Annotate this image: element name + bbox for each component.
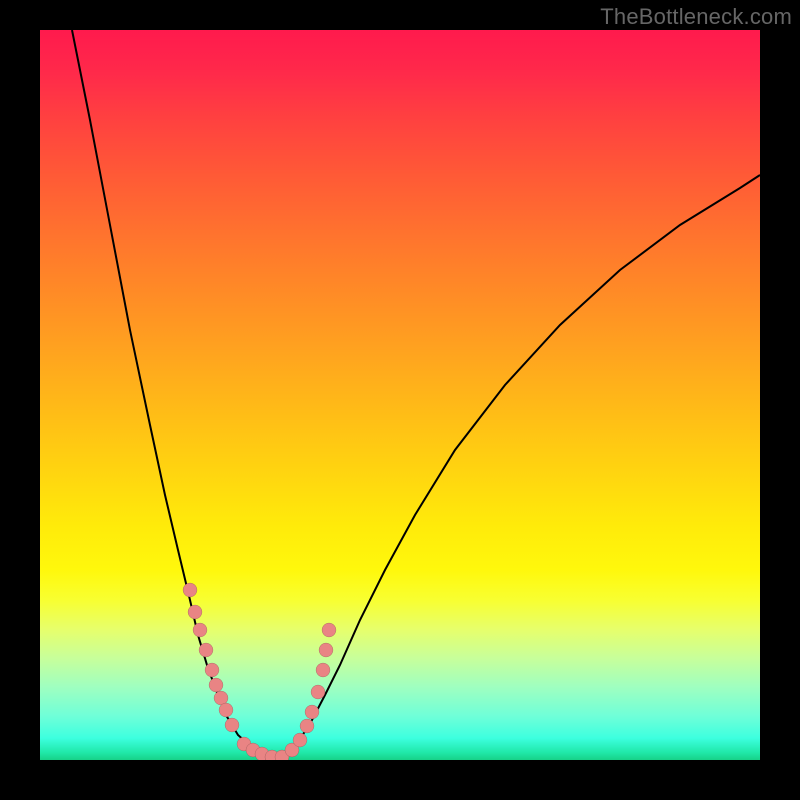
plot-area [40,30,760,760]
data-point [193,623,207,637]
data-point [293,733,307,747]
chart-svg [40,30,760,760]
chart-frame: TheBottleneck.com [0,0,800,800]
data-point [300,719,314,733]
data-point [322,623,336,637]
watermark-text: TheBottleneck.com [600,4,792,30]
curve-left [72,30,275,759]
curve-right [275,175,760,759]
data-point [199,643,213,657]
data-point [316,663,330,677]
data-point [219,703,233,717]
data-point [183,583,197,597]
data-point [205,663,219,677]
data-point [319,643,333,657]
data-point [209,678,223,692]
data-point [305,705,319,719]
data-point [188,605,202,619]
data-point [225,718,239,732]
data-point [311,685,325,699]
scatter-dots [183,583,336,760]
